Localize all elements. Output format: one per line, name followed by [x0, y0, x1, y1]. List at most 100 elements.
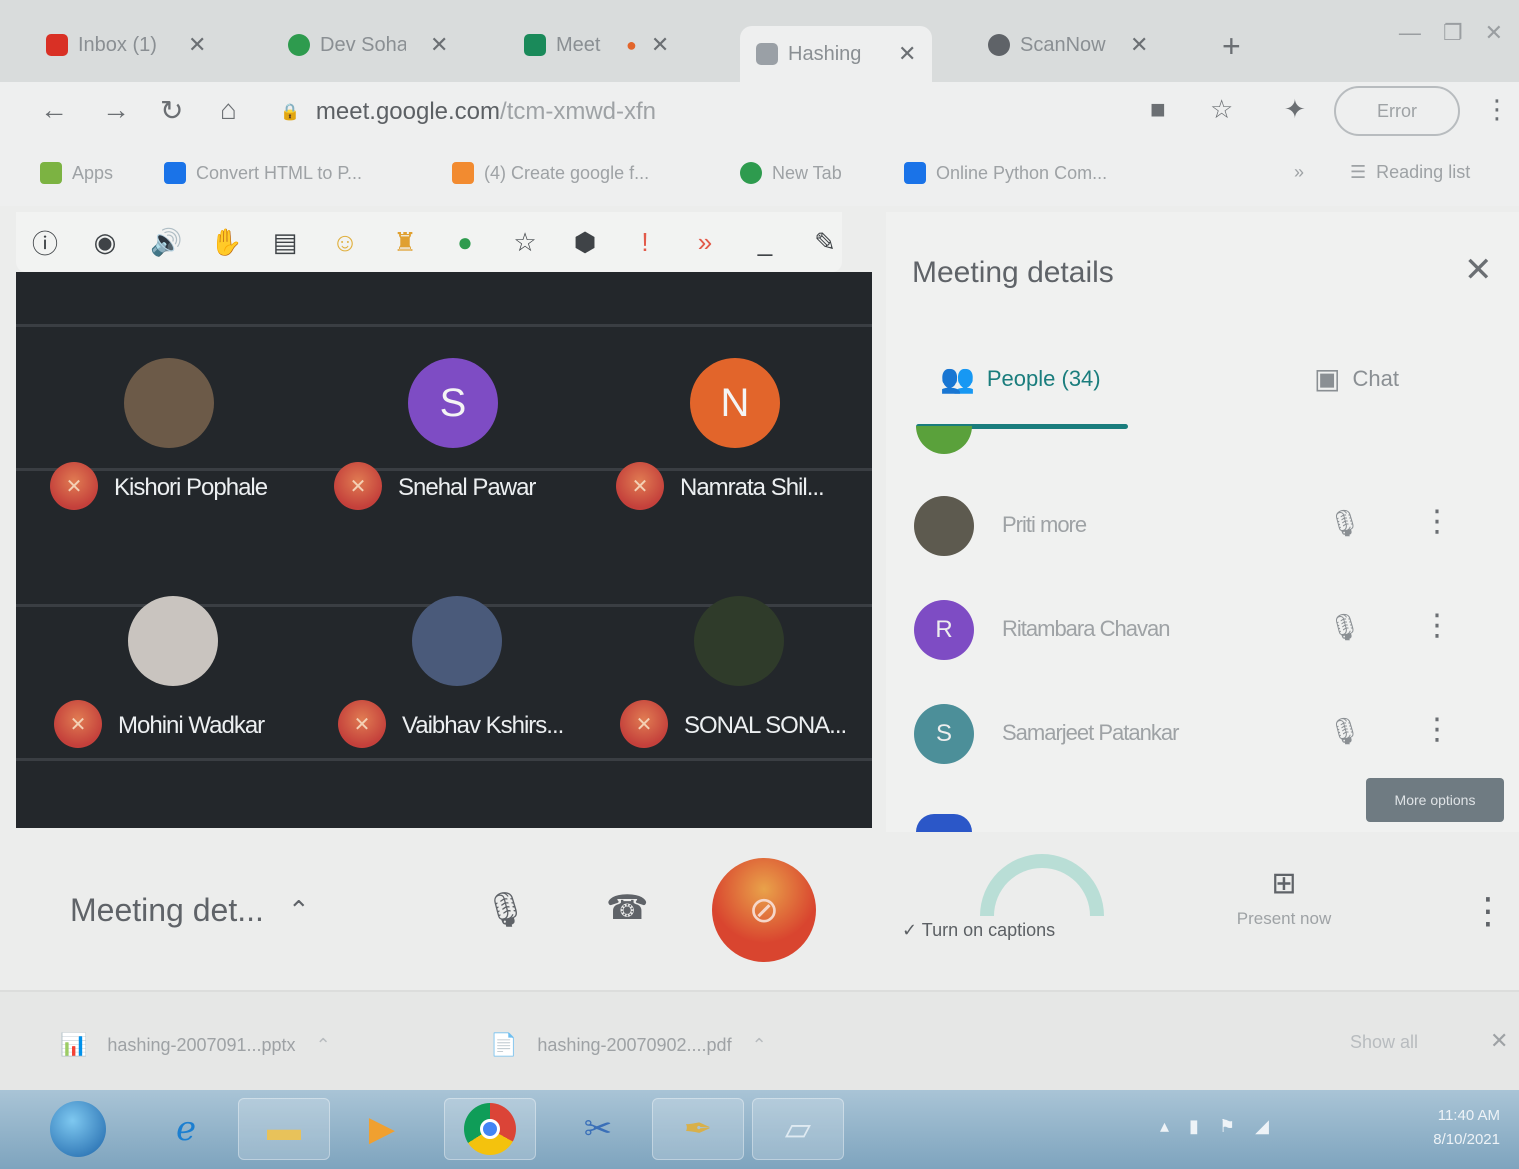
profile-button[interactable]: Error — [1334, 86, 1460, 136]
pin-icon[interactable]: ✎ — [810, 227, 840, 258]
show-all-button[interactable]: Show all — [1350, 1032, 1418, 1053]
snipping-tool-icon[interactable]: ✂ — [552, 1098, 644, 1160]
avatar: S — [914, 704, 974, 764]
new-tab-button[interactable]: + — [1222, 28, 1241, 65]
participant-tile[interactable]: N ✕ Namrata Shil... — [600, 358, 870, 528]
list-item[interactable]: Priti more 🎙 ⋮ — [914, 496, 1494, 566]
person-icon[interactable]: ♜ — [390, 227, 420, 258]
participant-tile[interactable]: ✕ Kishori Pophale — [34, 358, 304, 528]
extensions-icon[interactable]: ✦ — [1284, 94, 1306, 125]
participant-name: Ritambara Chavan — [1002, 616, 1170, 641]
eye-icon[interactable]: ◉ — [90, 227, 120, 258]
browser-tab-meet[interactable]: Meet ● ✕ — [508, 20, 685, 70]
browser-tab-dev[interactable]: Dev Sohai ✕ — [272, 20, 464, 70]
speaker-icon[interactable]: 🔊 — [150, 227, 182, 258]
forward-icon[interactable]: → — [102, 94, 130, 126]
tab-chat-label: Chat — [1352, 365, 1399, 391]
present-now-button[interactable]: ⊞ Present now — [1214, 866, 1354, 929]
participant-name: Namrata Shil... — [680, 474, 825, 501]
reload-icon[interactable]: ↻ — [160, 94, 183, 127]
pptx-file-icon: 📊 — [60, 1032, 88, 1057]
media-player-icon[interactable]: ▶ — [336, 1098, 428, 1160]
participant-tile[interactable]: S ✕ Snehal Pawar — [318, 358, 588, 528]
start-button[interactable] — [36, 1098, 120, 1160]
close-icon[interactable]: ✕ — [1490, 1028, 1508, 1054]
pen-tool-icon[interactable]: ✒ — [652, 1098, 744, 1160]
camera-off-button[interactable]: ⊘ — [712, 858, 816, 962]
list-item[interactable]: R Ritambara Chavan 🎙 ⋮ — [914, 600, 1494, 670]
chrome-icon[interactable] — [444, 1098, 536, 1160]
participant-name: Priti more — [1002, 512, 1087, 537]
hang-up-icon[interactable]: ☎ — [606, 888, 648, 928]
download-item[interactable]: 📄 hashing-20070902....pdf ⌃ — [490, 1032, 767, 1058]
close-icon[interactable]: ✕ — [1464, 250, 1493, 290]
call-controls-bar: Meeting det... ⌃ 🎙 ☎ ⊘ ✓ Turn on caption… — [0, 840, 1519, 990]
participant-tile[interactable]: ✕ SONAL SONA... — [604, 596, 874, 766]
star-outline-icon[interactable]: ☆ — [510, 227, 540, 258]
microphone-icon[interactable]: 🎙 — [484, 890, 527, 930]
volume-icon[interactable]: ◢ — [1255, 1116, 1269, 1137]
reading-list-button[interactable]: ☰ Reading list — [1350, 162, 1470, 183]
tab-close-icon[interactable]: ✕ — [651, 32, 669, 58]
bookmark-google-form[interactable]: (4) Create google f... — [452, 162, 649, 184]
paint-icon[interactable]: ▱ — [752, 1098, 844, 1160]
close-window-icon[interactable]: ✕ — [1485, 20, 1503, 46]
tab-chat[interactable]: ▣ Chat — [1314, 362, 1399, 395]
file-explorer-icon[interactable]: ▬ — [238, 1098, 330, 1160]
download-item[interactable]: 📊 hashing-2007091...pptx ⌃ — [60, 1032, 331, 1058]
more-options-icon[interactable]: ⋮ — [1422, 608, 1452, 643]
hand-icon[interactable]: ✋ — [210, 227, 242, 258]
chat-bubble-icon[interactable]: ● — [450, 227, 480, 258]
mic-off-icon: 🎙 — [1328, 612, 1362, 642]
meeting-details-button[interactable]: Meeting det... ⌃ — [70, 892, 310, 929]
alert-icon[interactable]: ! — [630, 227, 660, 258]
taskbar-clock[interactable]: 11:40 AM 8/10/2021 — [1400, 1104, 1500, 1152]
more-options-icon[interactable]: ⋮ — [1422, 712, 1452, 747]
more-options-icon[interactable]: ⋮ — [1422, 504, 1452, 539]
internet-explorer-icon[interactable]: ℯ — [140, 1098, 232, 1160]
participant-tile[interactable]: ✕ Vaibhav Kshirs... — [322, 596, 592, 766]
bookmark-convert[interactable]: Convert HTML to P... — [164, 162, 362, 184]
lock-icon[interactable]: 🔒 — [280, 102, 300, 122]
clipboard-icon[interactable]: ▤ — [270, 227, 300, 258]
bookmark-apps[interactable]: Apps — [40, 162, 113, 184]
minimize-icon[interactable]: — — [1399, 20, 1421, 46]
network-icon[interactable]: ▮ — [1189, 1116, 1199, 1137]
bookmark-new-tab[interactable]: New Tab — [740, 162, 842, 184]
bookmarks-overflow-icon[interactable]: » — [1294, 162, 1304, 183]
list-item[interactable]: S Samarjeet Patankar 🎙 ⋮ — [914, 704, 1494, 774]
tab-close-icon[interactable]: ✕ — [188, 32, 206, 58]
tab-close-icon[interactable]: ✕ — [1130, 32, 1148, 58]
minimize-bar-icon[interactable]: _ — [750, 227, 780, 258]
star-icon[interactable]: ☆ — [1210, 94, 1233, 125]
more-options-icon[interactable]: ⋮ — [1470, 890, 1506, 932]
home-icon[interactable]: ⌂ — [220, 94, 237, 126]
maximize-icon[interactable]: ❐ — [1443, 20, 1463, 46]
menu-icon[interactable]: ⋮ — [1484, 94, 1510, 125]
participant-tile[interactable]: ✕ Mohini Wadkar — [38, 596, 308, 766]
tab-label: Dev Sohai — [320, 33, 406, 56]
flag-icon[interactable]: ⚑ — [1219, 1116, 1235, 1137]
bookmark-label: Apps — [72, 162, 114, 183]
chevron-up-icon[interactable]: ⌃ — [316, 1035, 331, 1056]
tab-close-icon[interactable]: ✕ — [430, 32, 448, 58]
arrow-icon[interactable]: » — [690, 227, 720, 258]
hexagon-icon[interactable]: ⬢ — [570, 227, 600, 258]
back-icon[interactable]: ← — [40, 94, 68, 126]
bookmark-icon — [164, 162, 186, 184]
info-icon[interactable]: ⓘ — [30, 224, 60, 261]
browser-tab-inbox[interactable]: Inbox (1) ✕ — [30, 20, 222, 70]
participant-name: Vaibhav Kshirs... — [402, 712, 564, 739]
browser-tab-scan[interactable]: ScanNow ✕ — [972, 20, 1164, 70]
tray-overflow-icon[interactable]: ▴ — [1160, 1116, 1169, 1137]
chevron-up-icon[interactable]: ⌃ — [752, 1035, 767, 1056]
tab-people[interactable]: 👥 People (34) — [940, 362, 1101, 395]
bookmark-python[interactable]: Online Python Com... — [904, 162, 1107, 184]
address-bar[interactable]: 🔒 meet.google.com/tcm-xmwd-xfn — [280, 90, 1340, 134]
divider — [16, 324, 872, 327]
bookmarks-bar: Apps Convert HTML to P... (4) Create goo… — [0, 146, 1519, 206]
tab-close-icon[interactable]: ✕ — [898, 41, 916, 67]
emoji-icon[interactable]: ☺ — [330, 227, 360, 258]
browser-tab-hashing[interactable]: Hashing ✕ — [740, 26, 933, 82]
camera-icon[interactable]: ■ — [1150, 94, 1166, 125]
